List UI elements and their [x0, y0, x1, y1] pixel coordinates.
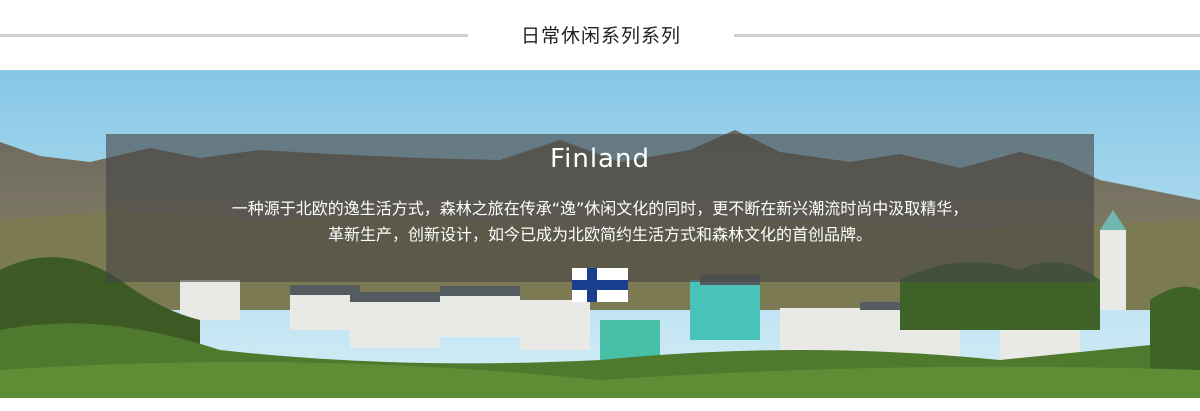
section-header: 日常休闲系列系列 [0, 0, 1200, 70]
country-title: Finland [550, 144, 650, 174]
finland-banner: Finland 一种源于北欧的逸生活方式，森林之旅在传承“逸”休闲文化的同时，更… [0, 70, 1200, 398]
description-line-2: 革新生产，创新设计，如今已成为北欧简约生活方式和森林文化的首创品牌。 [327, 225, 872, 244]
bottom-spacer [0, 398, 1200, 411]
finland-flag-icon [572, 268, 628, 302]
divider-right [734, 34, 1200, 37]
divider-left [0, 34, 468, 37]
section-title: 日常休闲系列系列 [520, 25, 681, 47]
description-line-1: 一种源于北欧的逸生活方式，森林之旅在传承“逸”休闲文化的同时，更不断在新兴潮流时… [231, 199, 969, 218]
description-overlay-panel: Finland 一种源于北欧的逸生活方式，森林之旅在传承“逸”休闲文化的同时，更… [106, 134, 1094, 282]
brand-description: 一种源于北欧的逸生活方式，森林之旅在传承“逸”休闲文化的同时，更不断在新兴潮流时… [126, 196, 1074, 248]
